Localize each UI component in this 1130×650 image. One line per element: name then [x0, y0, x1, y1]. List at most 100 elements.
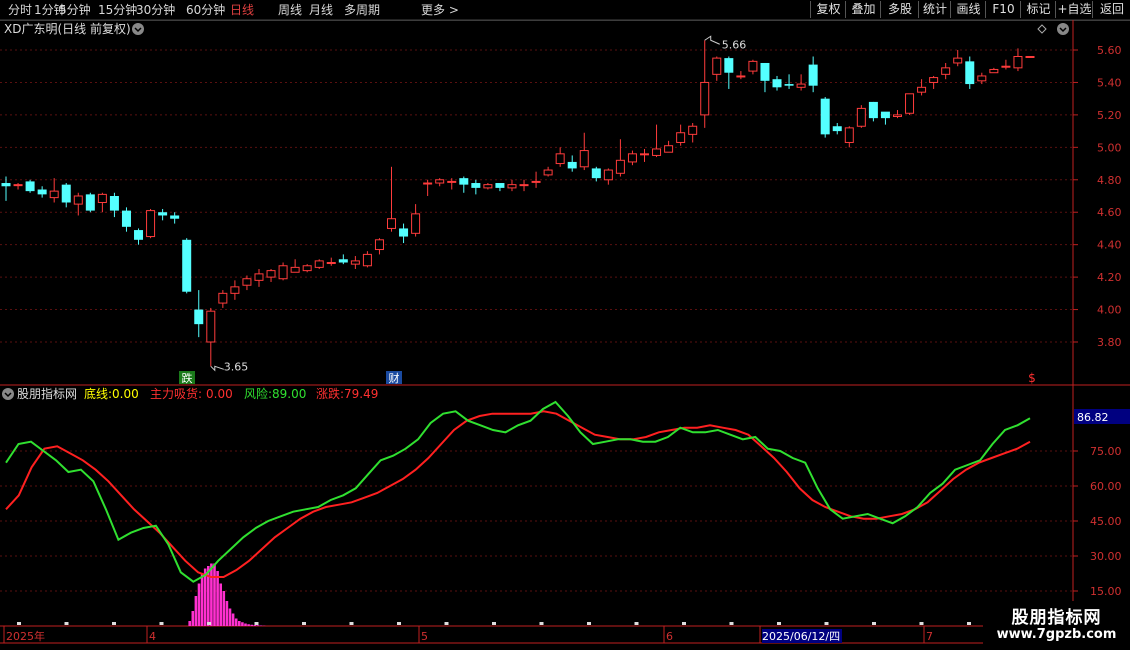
candle-body-down	[134, 230, 144, 240]
candle-body-up	[700, 81, 710, 116]
candle-body-down	[567, 161, 577, 169]
candle-body-up	[519, 184, 529, 187]
histogram-bar	[200, 573, 204, 626]
price-tick-label: 3.80	[1097, 336, 1122, 349]
histogram-bar	[188, 621, 191, 626]
baseline-dot	[254, 622, 259, 625]
candle-body-up	[507, 184, 517, 189]
price-tick-label: 5.60	[1097, 44, 1122, 57]
baseline-dot	[17, 622, 21, 625]
candle-body-down	[820, 98, 830, 135]
stock-chart[interactable]: 5.60 5.40 5.20 5.00 4.80 4.60 4.40 4.20 4.00 3.80…	[0, 0, 1130, 650]
baseline-dot	[159, 622, 164, 625]
event-marker-dollar: $	[1028, 371, 1036, 385]
histogram-bar	[219, 583, 222, 626]
price-tick-label: 5.20	[1097, 109, 1122, 122]
candle-body-down	[399, 228, 409, 237]
indicator-name: 股朋指标网	[17, 386, 77, 401]
histogram-bar	[247, 624, 250, 626]
indicator-label: 风险:	[244, 386, 272, 401]
baseline-dot	[682, 622, 686, 625]
candle-body-up	[664, 145, 674, 153]
candle-body-up	[314, 260, 324, 268]
candle-body-up	[688, 125, 698, 135]
candle-body-up	[278, 265, 288, 280]
indicator-label: 涨跌:	[316, 386, 344, 401]
candle-body-down	[37, 189, 47, 195]
candle-body-down	[724, 58, 734, 73]
indicator-tick-label: 30.00	[1090, 550, 1122, 563]
event-marker-label: 跌	[182, 371, 193, 385]
baseline-dot	[919, 622, 924, 625]
candle-body-up	[374, 239, 384, 251]
candle-body-up	[676, 132, 686, 143]
indicator-value: 79.49	[344, 387, 378, 401]
baseline-dot	[444, 622, 449, 625]
candle-body-up	[796, 83, 806, 88]
candle-body-up	[929, 77, 939, 83]
histogram-bar	[231, 613, 235, 626]
candle-body-up	[1025, 55, 1035, 58]
time-label: 2025年	[6, 629, 45, 643]
panel-menu-icon[interactable]	[1057, 23, 1069, 35]
indicator-menu-icon[interactable]	[2, 388, 14, 400]
candle-body-up	[603, 169, 613, 181]
candle-body-up	[362, 253, 372, 267]
candle-body-down	[495, 183, 505, 188]
candle-body-up	[712, 57, 722, 75]
time-label: 7	[926, 630, 933, 643]
indicator-label: 底线:	[84, 386, 112, 401]
candle-body-down	[194, 309, 204, 325]
histogram-bar	[194, 596, 198, 626]
histogram-bar	[250, 624, 253, 626]
current-value-label: 86.82	[1077, 411, 1109, 424]
baseline-dot	[349, 622, 354, 625]
candle-body-up	[615, 159, 625, 174]
candle-body-up	[1001, 65, 1011, 68]
candle-body-up	[1013, 55, 1023, 69]
candle-body-up	[905, 93, 915, 114]
candle-body-down	[772, 79, 782, 88]
candle-body-up	[97, 193, 107, 203]
histogram-bar	[213, 563, 216, 626]
site-watermark: 股朋指标网 www.7gpzb.com	[983, 601, 1130, 650]
histogram-bar	[238, 621, 241, 626]
candle-body-up	[423, 182, 433, 185]
time-label: 2025/06/12/四	[762, 630, 840, 643]
histogram-bar	[253, 625, 257, 626]
candle-body-down	[109, 196, 119, 211]
indicator-value: 0.00	[206, 387, 233, 401]
candle-body-down	[170, 215, 180, 219]
candle-body-up	[989, 68, 999, 74]
histogram-bar	[244, 623, 247, 626]
candle-body-up	[892, 114, 902, 118]
candle-body-down	[591, 168, 601, 179]
candle-body-up	[941, 67, 951, 75]
candle-body-up	[844, 127, 854, 143]
candle-body-down	[965, 61, 975, 85]
candle-body-up	[748, 60, 758, 72]
candle-body-down	[760, 62, 770, 81]
candle-body-up	[579, 150, 589, 168]
low-price-label: 3.65	[224, 360, 249, 373]
histogram-bar	[222, 591, 226, 626]
histogram-bar	[259, 625, 263, 626]
slow-line	[5, 410, 1031, 578]
diamond-icon[interactable]	[1037, 24, 1047, 34]
candle-body-down	[25, 181, 35, 192]
candle-body-up	[555, 153, 565, 165]
candle-body-up	[531, 180, 541, 183]
candle-body-up	[483, 184, 493, 189]
indicator-tick-label: 75.00	[1090, 445, 1122, 458]
candle-body-down	[832, 126, 842, 132]
indicator-label: 主力吸货:	[150, 386, 202, 401]
candle-body-up	[206, 310, 216, 343]
title-dropdown-icon[interactable]	[132, 23, 144, 35]
baseline-dot	[824, 622, 829, 625]
baseline-dot	[64, 622, 69, 625]
price-tick-label: 4.00	[1097, 304, 1122, 317]
candle-body-up	[242, 278, 252, 286]
candle-body-up	[856, 107, 866, 127]
candle-body-down	[880, 111, 890, 119]
histogram-bar	[216, 571, 219, 626]
